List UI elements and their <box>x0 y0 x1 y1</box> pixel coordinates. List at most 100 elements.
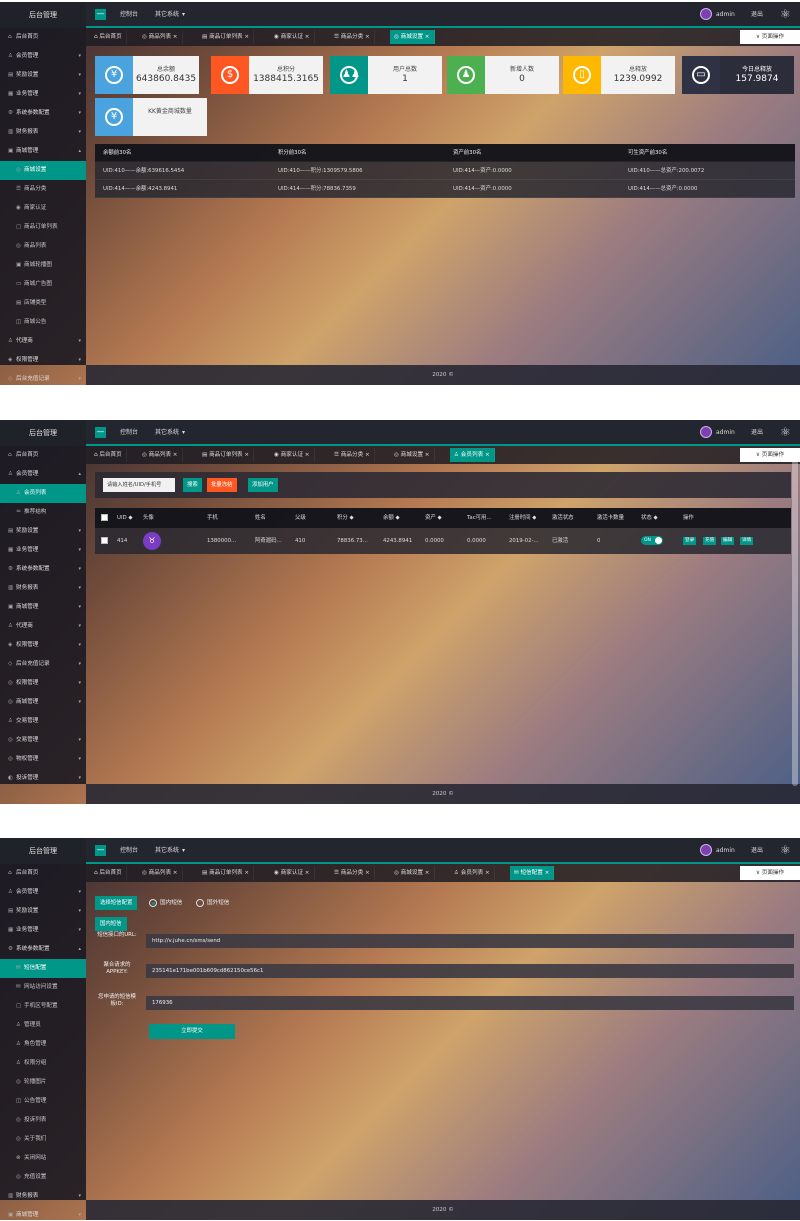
sidebar-item[interactable]: ⚙ 系统参数配置 ▾ <box>0 560 86 579</box>
row-action-button[interactable]: 充值 <box>703 537 717 545</box>
sidebar-item[interactable]: ⌂ 后台首页 <box>0 864 86 883</box>
sidebar-item[interactable]: ▤ 奖励设置 ▾ <box>0 902 86 921</box>
tab[interactable]: ✉ 短信配置 × <box>510 866 555 880</box>
sidebar-item[interactable]: ▥ 财务报表 ▾ <box>0 579 86 598</box>
tab[interactable]: ◉ 商家认证 × <box>270 448 315 462</box>
tab[interactable]: ☰ 商品分类 × <box>330 30 375 44</box>
radio-domestic[interactable] <box>149 899 157 907</box>
sidebar-item[interactable]: ◇ 后台充值记录 ▾ <box>0 655 86 674</box>
sidebar-item[interactable]: ▣ 商城管理 ▾ <box>0 1206 86 1220</box>
sidebar-item[interactable]: ▣ 商城管理 ▾ <box>0 598 86 617</box>
sidebar-item[interactable]: ⌂ 后台首页 <box>0 446 86 465</box>
tab[interactable]: ◎ 商品列表 × <box>138 30 183 44</box>
column-header[interactable]: 积分 ◆ <box>337 508 354 528</box>
nav-other-systems[interactable]: 其它系统 <box>155 2 179 28</box>
tab[interactable]: ☰ 商品分类 × <box>330 866 375 880</box>
nav-other-systems[interactable]: 其它系统 <box>155 420 179 446</box>
search-button[interactable]: 搜索 <box>183 478 202 492</box>
sidebar-item[interactable]: ◎ 商城设置 <box>0 161 86 180</box>
page-ops-button[interactable]: ∨ 页面操作 <box>740 448 800 462</box>
batch-freeze-button[interactable]: 批量冻结 <box>207 478 237 492</box>
sidebar-item[interactable]: ✉ 网站访问设置 <box>0 978 86 997</box>
tab[interactable]: ◎ 商城设置 × <box>390 30 435 44</box>
user-avatar[interactable] <box>700 426 712 438</box>
sidebar-item[interactable]: ⚙ 系统参数配置 ▾ <box>0 104 86 123</box>
sidebar-item[interactable]: ♙ 角色管理 <box>0 1035 86 1054</box>
sidebar-item[interactable]: ▤ 奖励设置 ▾ <box>0 66 86 85</box>
tab[interactable]: ⌂ 后台首页 <box>90 30 127 44</box>
nav-console[interactable]: 控制台 <box>120 420 138 446</box>
settings-icon[interactable]: ⚛ <box>780 425 791 439</box>
scrollbar[interactable] <box>792 456 798 786</box>
page-ops-button[interactable]: ∨ 页面操作 <box>740 866 800 880</box>
settings-icon[interactable]: ⚛ <box>780 7 791 21</box>
sidebar-item[interactable]: ▦ 业务管理 ▾ <box>0 85 86 104</box>
sidebar-item[interactable]: ◫ 商城公告 <box>0 313 86 332</box>
nav-other-systems[interactable]: 其它系统 <box>155 838 179 864</box>
tab[interactable]: ▤ 商品订单列表 × <box>198 448 255 462</box>
sidebar-item[interactable]: ♙ 会员管理 ▾ <box>0 883 86 902</box>
sidebar-item[interactable]: ▢ 商品订单列表 <box>0 218 86 237</box>
tab[interactable]: ◎ 商城设置 × <box>390 866 435 880</box>
menu-toggle-button[interactable]: — <box>95 427 106 438</box>
brand-title[interactable]: 后台管理 <box>0 2 86 28</box>
sidebar-item[interactable]: ▦ 业务管理 ▾ <box>0 921 86 940</box>
sidebar-item[interactable]: ◎ 权限管理 ▾ <box>0 674 86 693</box>
tab[interactable]: ▤ 商品订单列表 × <box>198 30 255 44</box>
sidebar-item[interactable]: ◉ 商家认证 <box>0 199 86 218</box>
sidebar-item[interactable]: ♙ 会员列表 <box>0 484 86 503</box>
user-name[interactable]: admin <box>716 2 735 28</box>
select-all-checkbox[interactable] <box>101 514 108 521</box>
user-avatar[interactable] <box>700 8 712 20</box>
sidebar-item[interactable]: ♙ 权限分组 <box>0 1054 86 1073</box>
tab[interactable]: ◎ 商品列表 × <box>138 448 183 462</box>
config-input[interactable]: 176936 <box>146 996 794 1010</box>
tab[interactable]: ◎ 商品列表 × <box>138 866 183 880</box>
status-toggle[interactable]: ON <box>641 536 663 545</box>
column-header[interactable]: UID ◆ <box>117 508 133 528</box>
row-action-button[interactable]: 编辑 <box>721 537 735 545</box>
sidebar-item[interactable]: ◎ 充值设置 <box>0 1168 86 1187</box>
sidebar-item[interactable]: ♙ 会员管理 ▾ <box>0 47 86 66</box>
sidebar-item[interactable]: ♙ 代理商 ▾ <box>0 617 86 636</box>
user-name[interactable]: admin <box>716 838 735 864</box>
add-user-button[interactable]: 添加用户 <box>248 478 278 492</box>
tab[interactable]: ♙ 会员列表 × <box>450 448 495 462</box>
logout-link[interactable]: 退出 <box>751 2 763 28</box>
sidebar-item[interactable]: ♙ 代理商 ▾ <box>0 332 86 351</box>
column-header[interactable]: 余额 ◆ <box>383 508 400 528</box>
column-header[interactable]: 注册时间 ◆ <box>509 508 536 528</box>
brand-title[interactable]: 后台管理 <box>0 838 86 864</box>
sidebar-item[interactable]: ♙ 管理员 <box>0 1016 86 1035</box>
sidebar-item[interactable]: ◎ 商品列表 <box>0 237 86 256</box>
menu-toggle-button[interactable]: — <box>95 845 106 856</box>
sidebar-item[interactable]: ▣ 商城轮播图 <box>0 256 86 275</box>
sidebar-item[interactable]: ◎ 轮播图片 <box>0 1073 86 1092</box>
sidebar-item[interactable]: ⚙ 系统参数配置 ▴ <box>0 940 86 959</box>
nav-console[interactable]: 控制台 <box>120 838 138 864</box>
section-tab[interactable]: 国内短信 <box>95 917 127 931</box>
sidebar-item[interactable]: ◈ 权限管理 ▾ <box>0 351 86 370</box>
tab[interactable]: ⌂ 后台首页 <box>90 866 127 880</box>
user-name[interactable]: admin <box>716 420 735 446</box>
sidebar-item[interactable]: ▥ 财务报表 ▾ <box>0 123 86 142</box>
config-input[interactable]: http://v.juhe.cn/sms/send <box>146 934 794 948</box>
row-checkbox[interactable] <box>101 537 108 544</box>
row-action-button[interactable]: 详情 <box>740 537 754 545</box>
menu-toggle-button[interactable]: — <box>95 9 106 20</box>
sidebar-item[interactable]: ♙ 会员管理 ▴ <box>0 465 86 484</box>
user-avatar[interactable] <box>700 844 712 856</box>
sidebar-item[interactable]: ♙ 交易管理 <box>0 712 86 731</box>
tab[interactable]: ◉ 商家认证 × <box>270 866 315 880</box>
select-sms-config-button[interactable]: 选择短信配置 <box>95 896 138 910</box>
row-action-button[interactable]: 登录 <box>683 537 697 545</box>
page-ops-button[interactable]: ∨ 页面操作 <box>740 30 800 44</box>
tab[interactable]: ☰ 商品分类 × <box>330 448 375 462</box>
sidebar-item[interactable]: ◎ 商城管理 ▾ <box>0 693 86 712</box>
tab[interactable]: ▤ 商品订单列表 × <box>198 866 255 880</box>
tab[interactable]: ♙ 会员列表 × <box>450 866 495 880</box>
tab[interactable]: ⌂ 后台首页 <box>90 448 127 462</box>
sidebar-item[interactable]: ◎ 交易管理 ▾ <box>0 731 86 750</box>
submit-button[interactable]: 立即提交 <box>149 1024 235 1039</box>
nav-console[interactable]: 控制台 <box>120 2 138 28</box>
